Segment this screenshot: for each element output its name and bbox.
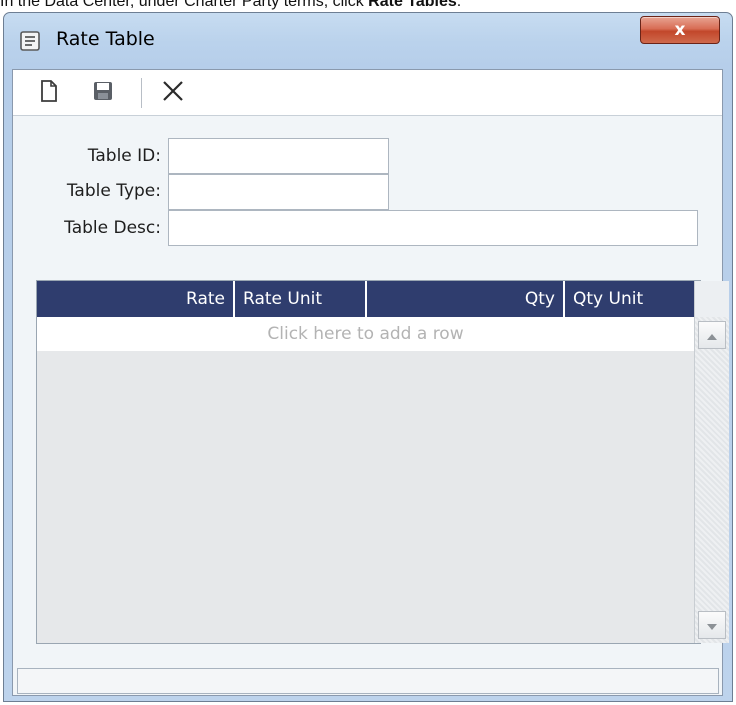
caption-prefix: In the Data Center, under Charter Party …: [0, 0, 369, 10]
new-document-icon: [39, 79, 59, 107]
scroll-up-button[interactable]: [698, 321, 726, 349]
table-desc-label: Table Desc:: [64, 218, 161, 238]
column-header-qty-unit[interactable]: Qty Unit: [565, 281, 694, 317]
save-icon: [92, 80, 114, 106]
table-id-label: Table ID:: [87, 146, 161, 166]
delete-x-icon: [161, 79, 185, 107]
grid-header: Rate Rate Unit Qty Qty Unit: [37, 281, 694, 317]
table-desc-input[interactable]: [168, 210, 698, 246]
table-type-input[interactable]: [168, 174, 389, 210]
new-button[interactable]: [35, 78, 63, 108]
column-header-rate[interactable]: Rate: [37, 281, 235, 317]
window-title: Rate Table: [56, 28, 155, 50]
scroll-up-arrow-icon: [706, 326, 718, 345]
caption-bold: Rate Tables: [368, 0, 457, 10]
table-type-label: Table Type:: [66, 181, 161, 201]
close-button[interactable]: x: [640, 16, 720, 44]
vertical-scrollbar[interactable]: [694, 281, 729, 643]
toolbar-separator: [141, 78, 142, 108]
table-id-input[interactable]: [168, 138, 389, 174]
caption-suffix: .: [456, 0, 462, 10]
scroll-down-arrow-icon: [706, 616, 718, 635]
scroll-down-button[interactable]: [698, 611, 726, 639]
column-header-rate-unit[interactable]: Rate Unit: [235, 281, 367, 317]
title-bar[interactable]: Rate Table x: [4, 13, 732, 69]
toolbar: [13, 70, 722, 116]
rate-grid: Rate Rate Unit Qty Qty Unit Click here t…: [36, 280, 729, 644]
close-icon: x: [674, 20, 686, 40]
delete-button[interactable]: [159, 78, 187, 108]
instruction-caption: In the Data Center, under Charter Party …: [0, 0, 736, 10]
window-client-area: Table ID: Table Type: Table Desc: Rate R…: [12, 69, 729, 696]
save-button[interactable]: [89, 78, 117, 108]
scrollbar-header-pad: [695, 281, 729, 317]
add-row-prompt[interactable]: Click here to add a row: [37, 317, 694, 351]
rate-table-window: Rate Table x Table ID: Table Type: Table…: [3, 12, 733, 702]
column-header-qty[interactable]: Qty: [367, 281, 565, 317]
status-bar: [17, 668, 719, 694]
window-icon: [19, 30, 41, 52]
